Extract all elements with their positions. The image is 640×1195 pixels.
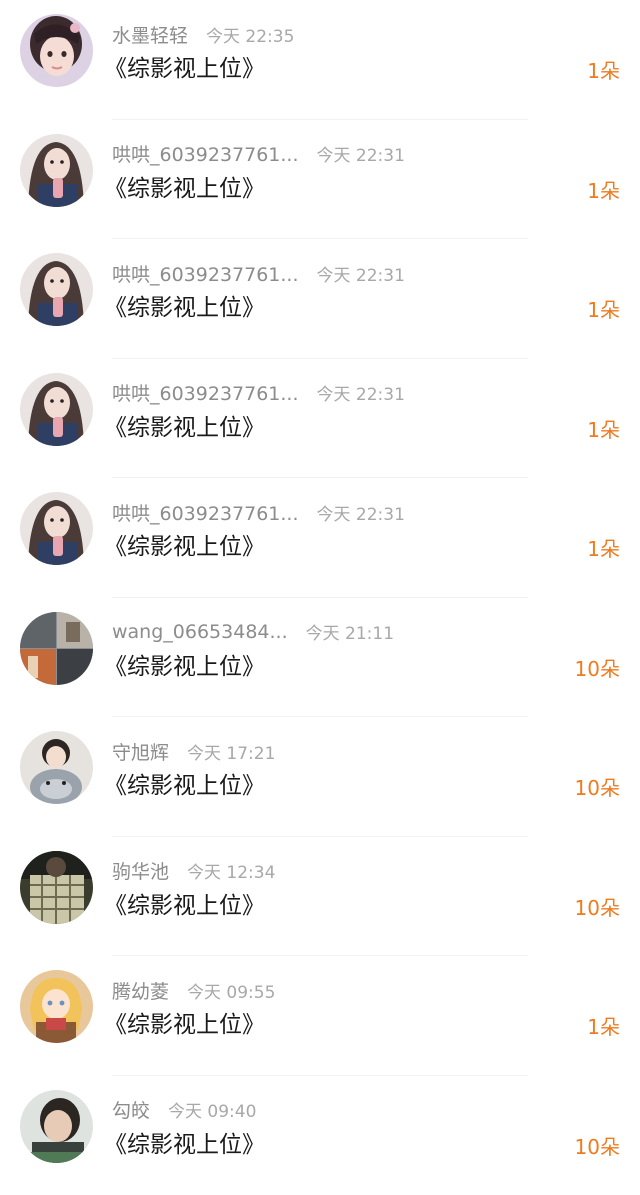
username[interactable]: 哄哄_6039237761...: [112, 379, 299, 406]
gift-amount: 10朵: [575, 773, 620, 803]
timestamp: 今天 22:31: [317, 500, 405, 525]
gift-amount: 10朵: [575, 893, 620, 923]
book-title[interactable]: 《综影视上位》: [104, 650, 265, 684]
list-item[interactable]: 哄哄_6039237761... 今天 22:31 《综影视上位》 1朵: [0, 478, 640, 598]
list-item[interactable]: 哄哄_6039237761... 今天 22:31 《综影视上位》 1朵: [0, 239, 640, 359]
book-title[interactable]: 《综影视上位》: [104, 1128, 265, 1162]
username[interactable]: 水墨轻轻: [112, 21, 188, 48]
username[interactable]: 守旭辉: [112, 738, 169, 765]
girl-with-drink-avatar[interactable]: [20, 134, 93, 207]
list-item[interactable]: 守旭辉 今天 17:21 《综影视上位》 10朵: [0, 717, 640, 837]
username[interactable]: 勾皎: [112, 1096, 150, 1123]
girl-with-drink-avatar[interactable]: [20, 492, 93, 565]
anime-girl-avatar[interactable]: [20, 970, 93, 1043]
gift-amount: 10朵: [575, 654, 620, 684]
gift-amount: 1朵: [587, 56, 620, 86]
timestamp: 今天 09:55: [187, 978, 275, 1003]
book-title[interactable]: 《综影视上位》: [104, 769, 265, 803]
timestamp: 今天 22:31: [317, 261, 405, 286]
gift-amount: 1朵: [587, 415, 620, 445]
gift-amount: 1朵: [587, 534, 620, 564]
timestamp: 今天 22:35: [206, 22, 294, 47]
gift-record-list: 水墨轻轻 今天 22:35 《综影视上位》 1朵 哄哄_6039237761..…: [0, 0, 640, 1195]
girl-with-drink-avatar[interactable]: [20, 373, 93, 446]
gift-amount: 1朵: [587, 1012, 620, 1042]
book-title[interactable]: 《综影视上位》: [104, 530, 265, 564]
plaid-shirt-avatar[interactable]: [20, 851, 93, 924]
list-item[interactable]: wang_06653484... 今天 21:11 《综影视上位》 10朵: [0, 598, 640, 718]
gift-amount: 1朵: [587, 176, 620, 206]
man-portrait-avatar[interactable]: [20, 1090, 93, 1163]
username[interactable]: 哄哄_6039237761...: [112, 140, 299, 167]
username[interactable]: 腾幼菱: [112, 977, 169, 1004]
username[interactable]: 哄哄_6039237761...: [112, 499, 299, 526]
book-title[interactable]: 《综影视上位》: [104, 411, 265, 445]
list-item[interactable]: 哄哄_6039237761... 今天 22:31 《综影视上位》 1朵: [0, 120, 640, 240]
book-title[interactable]: 《综影视上位》: [104, 1008, 265, 1042]
list-item[interactable]: 驹华池 今天 12:34 《综影视上位》 10朵: [0, 837, 640, 957]
girl-portrait-avatar[interactable]: [20, 14, 93, 87]
timestamp: 今天 21:11: [306, 619, 394, 644]
username[interactable]: 驹华池: [112, 857, 169, 884]
username[interactable]: wang_06653484...: [112, 621, 288, 643]
gift-amount: 1朵: [587, 295, 620, 325]
book-title[interactable]: 《综影视上位》: [104, 172, 265, 206]
list-item[interactable]: 哄哄_6039237761... 今天 22:31 《综影视上位》 1朵: [0, 359, 640, 479]
book-title[interactable]: 《综影视上位》: [104, 889, 265, 923]
timestamp: 今天 09:40: [168, 1097, 256, 1122]
timestamp: 今天 22:31: [317, 380, 405, 405]
list-item[interactable]: 腾幼菱 今天 09:55 《综影视上位》 1朵: [0, 956, 640, 1076]
girl-with-drink-avatar[interactable]: [20, 253, 93, 326]
book-title[interactable]: 《综影视上位》: [104, 291, 265, 325]
timestamp: 今天 17:21: [187, 739, 275, 764]
street-collage-avatar[interactable]: [20, 612, 93, 685]
list-item[interactable]: 勾皎 今天 09:40 《综影视上位》 10朵: [0, 1076, 640, 1195]
username[interactable]: 哄哄_6039237761...: [112, 260, 299, 287]
gift-amount: 10朵: [575, 1132, 620, 1162]
child-with-toy-avatar[interactable]: [20, 731, 93, 804]
timestamp: 今天 22:31: [317, 141, 405, 166]
list-item[interactable]: 水墨轻轻 今天 22:35 《综影视上位》 1朵: [0, 0, 640, 120]
book-title[interactable]: 《综影视上位》: [104, 52, 265, 86]
timestamp: 今天 12:34: [187, 858, 275, 883]
